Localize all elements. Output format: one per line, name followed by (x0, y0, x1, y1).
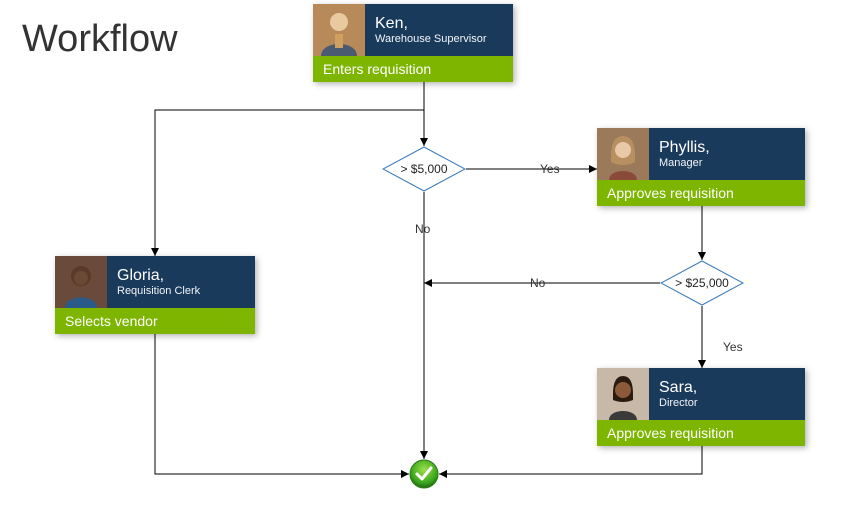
name-sara: Sara, (659, 379, 698, 397)
avatar-sara (597, 368, 649, 420)
branch-d2-yes: Yes (723, 340, 743, 354)
name-gloria: Gloria, (117, 267, 200, 285)
decision-5000-label: > $5,000 (382, 146, 466, 192)
action-gloria: Selects vendor (55, 308, 255, 334)
decision-25000: > $25,000 (660, 260, 744, 306)
role-phyllis: Manager (659, 157, 710, 169)
card-ken: Ken, Warehouse Supervisor Enters requisi… (313, 4, 513, 82)
role-gloria: Requisition Clerk (117, 285, 200, 297)
role-ken: Warehouse Supervisor (375, 33, 486, 45)
name-ken: Ken, (375, 15, 486, 33)
avatar-phyllis (597, 128, 649, 180)
end-check-icon (409, 459, 439, 489)
name-phyllis: Phyllis, (659, 139, 710, 157)
avatar-ken (313, 4, 365, 56)
avatar-gloria (55, 256, 107, 308)
card-gloria: Gloria, Requisition Clerk Selects vendor (55, 256, 255, 334)
card-sara: Sara, Director Approves requisition (597, 368, 805, 446)
role-sara: Director (659, 397, 698, 409)
branch-d2-no: No (530, 276, 545, 290)
action-phyllis: Approves requisition (597, 180, 805, 206)
page-title: Workflow (22, 18, 178, 61)
decision-5000: > $5,000 (382, 146, 466, 192)
card-phyllis: Phyllis, Manager Approves requisition (597, 128, 805, 206)
decision-25000-label: > $25,000 (660, 260, 744, 306)
action-sara: Approves requisition (597, 420, 805, 446)
action-ken: Enters requisition (313, 56, 513, 82)
branch-d1-no: No (415, 222, 430, 236)
branch-d1-yes: Yes (540, 162, 560, 176)
